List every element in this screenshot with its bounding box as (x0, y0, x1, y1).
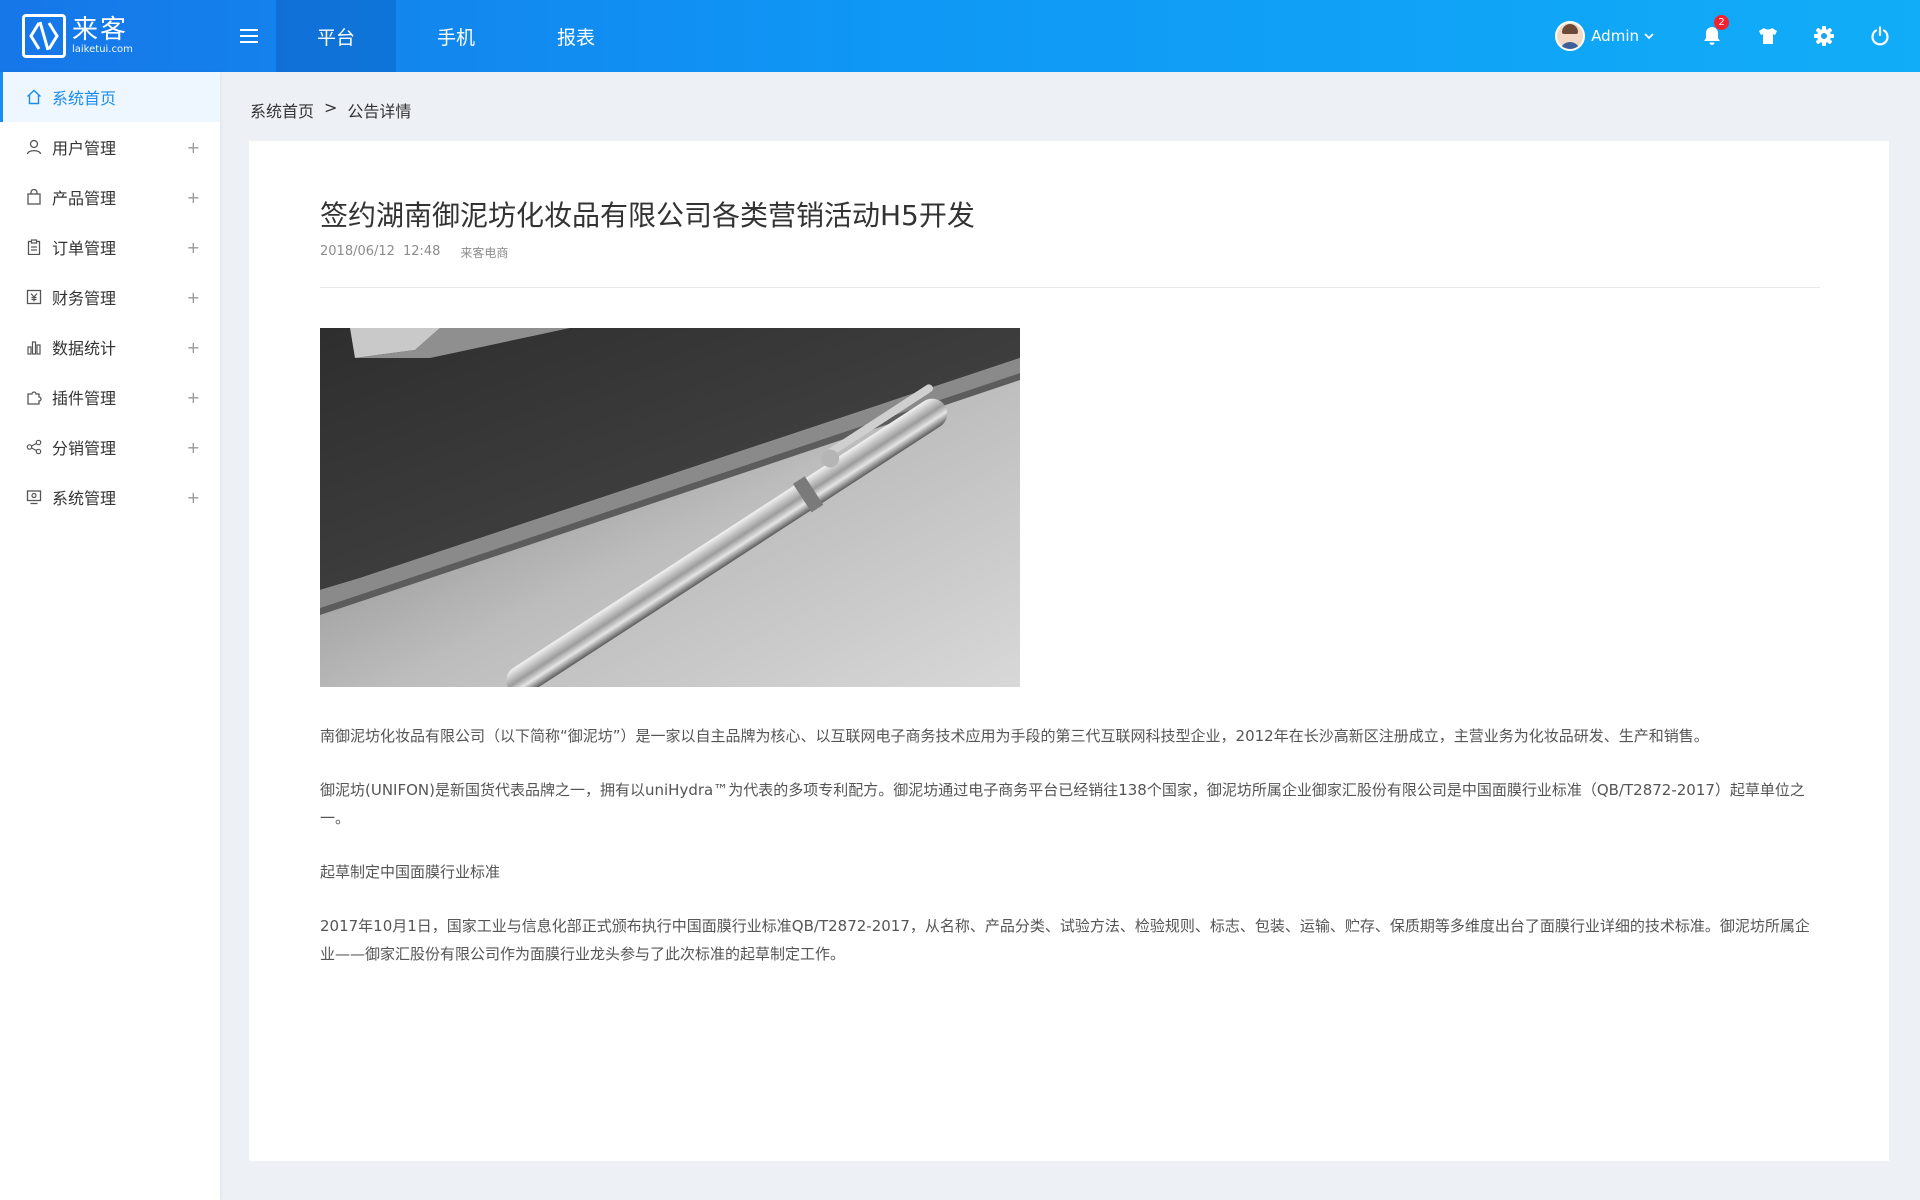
settings-button[interactable] (1796, 0, 1852, 72)
monitor-icon (25, 488, 43, 506)
sidebar-item-label: 订单管理 (52, 239, 117, 258)
sidebar: 系统首页 用户管理 + 产品管理 + 订单管理 + 财务管理 + 数据统计 + (0, 72, 220, 1200)
sidebar-item-label: 系统管理 (52, 489, 117, 508)
article-paragraph: 御泥坊(UNIFON)是新国货代表品牌之一，拥有以uniHydra™为代表的多项… (320, 781, 1805, 827)
logo-mark-icon (22, 14, 66, 58)
avatar (1555, 21, 1586, 51)
logo[interactable]: 来客 laiketui.com (22, 12, 133, 60)
sidebar-item-label: 产品管理 (52, 189, 117, 208)
logo-name: 来客 (72, 15, 129, 45)
yen-icon (25, 288, 43, 306)
sidebar-item-users[interactable]: 用户管理 + (0, 122, 220, 172)
top-nav-tabs: 平台 手机 报表 (276, 0, 636, 72)
sidebar-item-products[interactable]: 产品管理 + (0, 172, 220, 222)
article-image (320, 328, 1020, 687)
bar-chart-icon (25, 338, 43, 356)
sidebar-item-system[interactable]: 系统管理 + (0, 472, 220, 522)
announcement-card: 签约湖南御泥坊化妆品有限公司各类营销活动H5开发 2018/06/12 12:4… (249, 141, 1889, 1161)
notifications-button[interactable]: 2 (1684, 0, 1740, 72)
share-icon (25, 438, 43, 456)
page-title: 签约湖南御泥坊化妆品有限公司各类营销活动H5开发 (320, 199, 975, 232)
bag-icon (25, 188, 43, 206)
top-navigation-bar: 来客 laiketui.com 平台 手机 报表 Admin 2 (0, 0, 1920, 72)
tab-mobile[interactable]: 手机 (396, 0, 516, 72)
chevron-down-icon (1644, 32, 1654, 39)
divider (320, 287, 1820, 288)
puzzle-icon (25, 388, 43, 406)
breadcrumb-current: 公告详情 (347, 102, 412, 121)
tab-reports[interactable]: 报表 (516, 0, 636, 72)
sidebar-item-finance[interactable]: 财务管理 + (0, 272, 220, 322)
article-paragraph: 2017年10月1日，国家工业与信息化部正式颁布执行中国面膜行业标准QB/T28… (320, 917, 1810, 963)
sidebar-item-label: 财务管理 (52, 289, 117, 308)
expand-plus-icon[interactable]: + (187, 372, 200, 422)
expand-plus-icon[interactable]: + (187, 122, 200, 172)
power-icon (1871, 26, 1889, 46)
home-icon (25, 88, 43, 106)
menu-toggle-button[interactable] (222, 0, 276, 72)
expand-plus-icon[interactable]: + (187, 222, 200, 272)
breadcrumb: 系统首页 > 公告详情 (250, 98, 411, 122)
sidebar-item-orders[interactable]: 订单管理 + (0, 222, 220, 272)
expand-plus-icon[interactable]: + (187, 472, 200, 522)
logout-button[interactable] (1852, 0, 1908, 72)
sidebar-item-label: 分销管理 (52, 439, 117, 458)
article-paragraph: 起草制定中国面膜行业标准 (320, 863, 501, 881)
tshirt-icon (1759, 28, 1777, 44)
expand-plus-icon[interactable]: + (187, 422, 200, 472)
article-author: 来客电商 (460, 246, 509, 260)
user-icon (25, 138, 43, 156)
sidebar-item-plugins[interactable]: 插件管理 + (0, 372, 220, 422)
breadcrumb-separator: > (324, 98, 338, 117)
sidebar-item-label: 用户管理 (52, 139, 117, 158)
logo-url: laiketui.com (72, 44, 133, 55)
tab-platform[interactable]: 平台 (276, 0, 396, 72)
sidebar-item-label: 系统首页 (52, 89, 117, 108)
announcement-article: 签约湖南御泥坊化妆品有限公司各类营销活动H5开发 2018/06/12 12:4… (320, 141, 1820, 968)
clipboard-icon (25, 238, 43, 256)
article-date: 2018/06/12 (320, 244, 395, 259)
breadcrumb-home-link[interactable]: 系统首页 (250, 98, 314, 122)
notification-badge: 2 (1714, 15, 1729, 30)
article-meta: 2018/06/12 12:48 来客电商 (320, 244, 1820, 261)
sidebar-item-label: 插件管理 (52, 389, 117, 408)
article-paragraph: 南御泥坊化妆品有限公司（以下简称“御泥坊”）是一家以自主品牌为核心、以互联网电子… (320, 727, 1709, 745)
sidebar-item-label: 数据统计 (52, 339, 117, 358)
article-time: 12:48 (402, 244, 441, 259)
user-menu[interactable]: Admin (1555, 21, 1654, 51)
gear-icon (1814, 26, 1834, 46)
expand-plus-icon[interactable]: + (187, 272, 200, 322)
sidebar-item-statistics[interactable]: 数据统计 + (0, 322, 220, 372)
sidebar-item-home[interactable]: 系统首页 (0, 72, 220, 122)
sidebar-item-distribution[interactable]: 分销管理 + (0, 422, 220, 472)
expand-plus-icon[interactable]: + (187, 172, 200, 222)
expand-plus-icon[interactable]: + (187, 322, 200, 372)
user-name: Admin (1591, 27, 1639, 45)
skin-theme-button[interactable] (1740, 0, 1796, 72)
hamburger-menu-icon (240, 29, 258, 43)
